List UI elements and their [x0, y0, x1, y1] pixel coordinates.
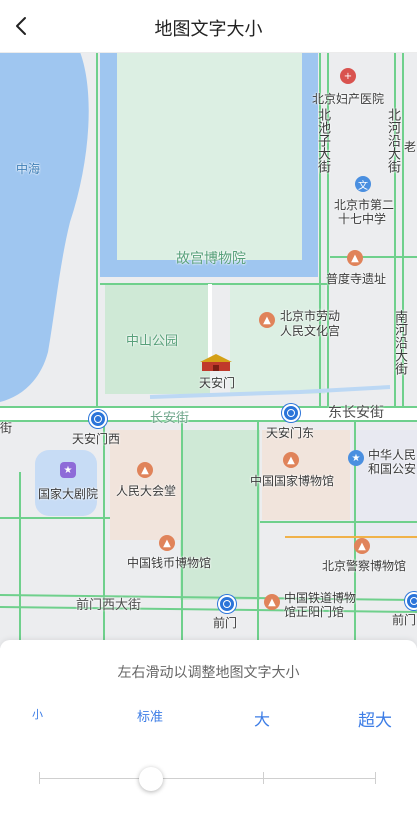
- label-nanheyan-street: 南河沿大街: [392, 310, 407, 375]
- palace-icon: ▲: [259, 312, 275, 328]
- size-slider-thumb[interactable]: [139, 767, 163, 791]
- slider-tick: [39, 772, 40, 784]
- label-qianmen-partial: 前门: [392, 613, 417, 627]
- page-title: 地图文字大小: [154, 19, 263, 40]
- label-jie: 街: [0, 421, 13, 435]
- label-national-museum: 中国国家博物馆: [250, 474, 335, 488]
- label-great-hall: 人民大会堂: [116, 484, 177, 498]
- metro-station-icon: [405, 592, 417, 610]
- label-changan-street: 长安街: [150, 411, 190, 426]
- label-qianmen-west-street: 前门西大街: [76, 598, 142, 613]
- label-police-museum: 北京警察博物馆: [322, 559, 407, 573]
- label-pudu-temple: 普度寺遗址: [326, 272, 387, 286]
- label-tiananmen-west: 天安门西: [72, 432, 121, 446]
- museum-icon: ▲: [264, 594, 280, 610]
- label-mfa-2: 和国公安: [368, 462, 417, 476]
- size-option-small[interactable]: 小: [32, 706, 43, 722]
- label-lao: 老: [404, 140, 417, 154]
- size-option-large[interactable]: 大: [254, 706, 270, 730]
- label-national-theatre: 国家大剧院: [38, 487, 99, 501]
- size-option-standard[interactable]: 标准: [137, 706, 163, 725]
- label-zhonghai: 中海: [16, 162, 41, 176]
- label-beiheyan-street: 北河沿大街: [385, 108, 400, 173]
- instruction-text: 左右滑动以调整地图文字大小: [117, 665, 300, 681]
- map-preview[interactable]: 中海 故宫博物院 中山公园 天安门 长安街 东长安街 街 天安门西 天安门东 ★…: [0, 52, 417, 648]
- metro-station-icon: [218, 595, 236, 613]
- school-icon: 文: [355, 176, 371, 192]
- label-tiananmen-east: 天安门东: [266, 426, 315, 440]
- label-qianmen: 前门: [213, 616, 238, 630]
- hospital-icon: +: [340, 68, 356, 84]
- slider-tick: [375, 772, 376, 784]
- tiananmen-icon: [200, 352, 232, 372]
- museum-icon: ▲: [159, 535, 175, 551]
- label-money-museum: 中国钱币博物馆: [127, 556, 212, 570]
- metro-station-icon: [282, 404, 300, 422]
- label-culture-palace-2: 人民文化宫: [280, 324, 341, 338]
- label-beichizi-street: 北池子大街: [315, 108, 330, 173]
- metro-station-icon: [89, 410, 107, 428]
- slider-tick: [263, 772, 264, 784]
- label-railway-museum-2: 馆正阳门馆: [284, 605, 345, 619]
- text-size-panel: 左右滑动以调整地图文字大小 小 标准 大 超大: [0, 640, 417, 828]
- museum-icon: ▲: [283, 452, 299, 468]
- temple-icon: ▲: [347, 250, 363, 266]
- label-maternity-hospital: 北京妇产医院: [312, 92, 385, 106]
- government-icon: ★: [348, 450, 364, 466]
- landmark-icon: ▲: [137, 462, 153, 478]
- title-bar: 地图文字大小: [0, 0, 417, 53]
- label-zhongshan-park: 中山公园: [126, 334, 179, 349]
- label-dong-changan-street: 东长安街: [328, 405, 384, 421]
- label-school-2: 十七中学: [338, 212, 387, 226]
- museum-icon: ▲: [354, 538, 370, 554]
- label-tiananmen: 天安门: [199, 376, 236, 390]
- label-gugong: 故宫博物院: [176, 251, 246, 267]
- theatre-icon: ★: [60, 462, 76, 478]
- size-option-extra-large[interactable]: 超大: [358, 706, 392, 731]
- size-slider-track[interactable]: [39, 778, 375, 779]
